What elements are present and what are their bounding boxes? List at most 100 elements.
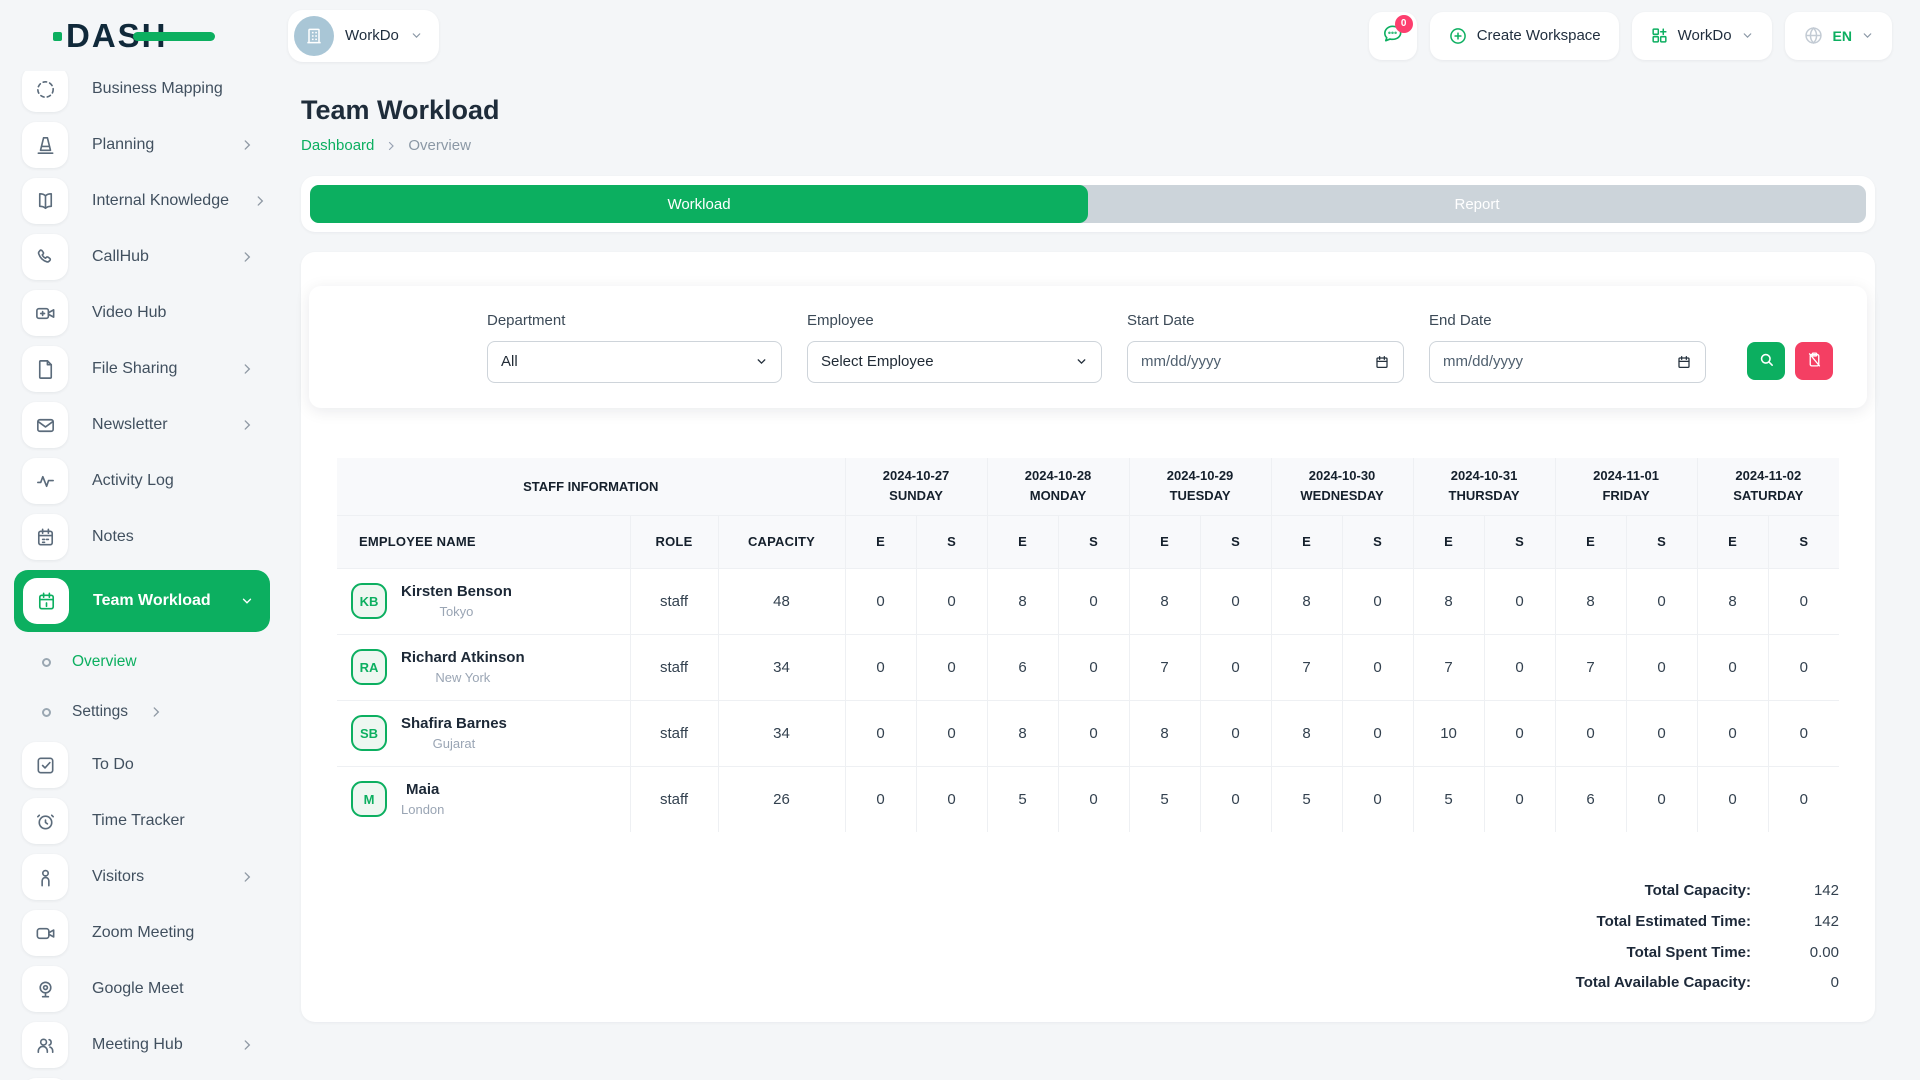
chevron-right-icon — [240, 138, 254, 152]
chevron-down-icon — [1741, 29, 1754, 42]
tab-report[interactable]: Report — [1088, 185, 1866, 223]
spent-cell: 0 — [1626, 700, 1697, 766]
chevron-right-icon — [240, 418, 254, 432]
sidebar-subitem-label: Overview — [72, 653, 137, 671]
search-button[interactable] — [1747, 342, 1785, 380]
estimated-cell: 8 — [1129, 700, 1200, 766]
sidebar-item-label: Internal Knowledge — [92, 192, 229, 210]
spent-header: S — [1626, 515, 1697, 568]
grid-plus-icon — [1650, 26, 1669, 45]
tab-card: Workload Report — [301, 176, 1875, 232]
estimated-cell: 0 — [1697, 766, 1768, 832]
chevron-right-icon — [240, 870, 254, 884]
breadcrumb-dashboard-link[interactable]: Dashboard — [301, 137, 374, 154]
building-icon — [294, 16, 334, 56]
sidebar-item-file-sharing[interactable]: File Sharing — [0, 341, 284, 397]
video-icon — [22, 910, 68, 956]
sidebar-item-business-mapping[interactable]: Business Mapping — [0, 71, 284, 117]
end-date-input[interactable]: mm/dd/yyyy — [1429, 341, 1706, 383]
calendar-icon — [1676, 354, 1692, 370]
app-logo: DASH — [66, 17, 168, 55]
estimated-cell: 8 — [1697, 568, 1768, 634]
total-row: Total Estimated Time:142 — [1573, 911, 1839, 933]
estimated-cell: 0 — [1555, 700, 1626, 766]
sidebar-item-callhub[interactable]: CallHub — [0, 229, 284, 285]
total-value: 142 — [1751, 880, 1839, 902]
sidebar-item-internal-knowledge[interactable]: Internal Knowledge — [0, 173, 284, 229]
calendar-day-icon — [23, 578, 69, 624]
total-row: Total Spent Time:0.00 — [1573, 942, 1839, 964]
sidebar-item-video-hub[interactable]: Video Hub — [0, 285, 284, 341]
spent-cell: 0 — [1342, 766, 1413, 832]
sidebar-item-to-do[interactable]: To Do — [0, 737, 284, 793]
alarm-clock-icon — [22, 798, 68, 844]
sidebar-item-google-meet[interactable]: Google Meet — [0, 961, 284, 1017]
spent-cell: 0 — [1626, 568, 1697, 634]
total-label: Total Capacity: — [1573, 880, 1751, 902]
estimated-cell: 0 — [845, 766, 916, 832]
workspace-menu-button[interactable]: WorkDo — [1632, 12, 1772, 60]
workspace-selector[interactable]: WorkDo — [288, 10, 439, 62]
employee-select[interactable]: Select Employee — [807, 341, 1102, 383]
sidebar-item-newsletter[interactable]: Newsletter — [0, 397, 284, 453]
tab-workload[interactable]: Workload — [310, 185, 1088, 223]
table-row: SBShafira BarnesGujaratstaff340080808010… — [337, 700, 1839, 766]
avatar: KB — [351, 583, 387, 619]
sidebar-item-team-workload[interactable]: Team Workload — [14, 570, 270, 632]
sidebar-item-label: Google Meet — [92, 980, 254, 998]
estimated-cell: 5 — [1271, 766, 1342, 832]
sidebar-item-time-tracker[interactable]: Time Tracker — [0, 793, 284, 849]
page-title: Team Workload — [301, 95, 1875, 126]
spent-cell: 0 — [1768, 634, 1839, 700]
estimated-cell: 7 — [1129, 634, 1200, 700]
create-workspace-button[interactable]: Create Workspace — [1430, 12, 1619, 60]
sidebar-item-feedback[interactable]: Feedback — [0, 1073, 284, 1080]
file-icon — [22, 346, 68, 392]
sidebar-subitem-settings[interactable]: Settings — [0, 687, 284, 737]
spent-cell: 0 — [1058, 700, 1129, 766]
avatar: RA — [351, 649, 387, 685]
sidebar-item-activity-log[interactable]: Activity Log — [0, 453, 284, 509]
chevron-right-icon — [240, 362, 254, 376]
breadcrumb-current: Overview — [408, 137, 471, 154]
sidebar-item-planning[interactable]: Planning — [0, 117, 284, 173]
avatar: SB — [351, 715, 387, 751]
reset-button[interactable] — [1795, 342, 1833, 380]
spent-cell: 0 — [1342, 634, 1413, 700]
sidebar-item-notes[interactable]: Notes — [0, 509, 284, 565]
sidebar: Business Mapping Planning Internal Knowled… — [0, 71, 284, 1080]
sidebar-item-visitors[interactable]: Visitors — [0, 849, 284, 905]
spent-cell: 0 — [916, 766, 987, 832]
department-select[interactable]: All — [487, 341, 782, 383]
sidebar-item-label: Planning — [92, 136, 216, 154]
language-selector[interactable]: EN — [1785, 12, 1892, 60]
sidebar-item-zoom-meeting[interactable]: Zoom Meeting — [0, 905, 284, 961]
spent-cell: 0 — [1626, 766, 1697, 832]
book-icon — [22, 178, 68, 224]
workspace-selector-label: WorkDo — [345, 27, 399, 44]
estimated-cell: 8 — [1271, 568, 1342, 634]
role-cell: staff — [630, 568, 718, 634]
bullet-icon — [42, 708, 51, 717]
sidebar-item-label: Time Tracker — [92, 812, 254, 830]
users-icon — [22, 1022, 68, 1068]
estimated-cell: 0 — [1697, 700, 1768, 766]
sidebar-subitem-overview[interactable]: Overview — [0, 637, 284, 687]
capacity-cell: 34 — [718, 634, 845, 700]
start-date-input[interactable]: mm/dd/yyyy — [1127, 341, 1404, 383]
tab-track: Workload Report — [310, 185, 1866, 223]
estimated-header: E — [845, 515, 916, 568]
day-header: 2024-11-02SATURDAY — [1697, 458, 1839, 515]
check-square-icon — [22, 742, 68, 788]
clipboard-slash-icon — [1806, 351, 1823, 371]
employee-name: Kirsten Benson — [401, 583, 512, 600]
person-icon — [22, 854, 68, 900]
employee-name-header: EMPLOYEE NAME — [337, 515, 630, 568]
total-label: Total Spent Time: — [1573, 942, 1751, 964]
messages-button[interactable]: 0 — [1369, 12, 1417, 60]
employee-location: Gujarat — [401, 736, 507, 751]
sidebar-item-meeting-hub[interactable]: Meeting Hub — [0, 1017, 284, 1073]
spent-cell: 0 — [1484, 634, 1555, 700]
mail-icon — [22, 402, 68, 448]
avatar: M — [351, 781, 387, 817]
